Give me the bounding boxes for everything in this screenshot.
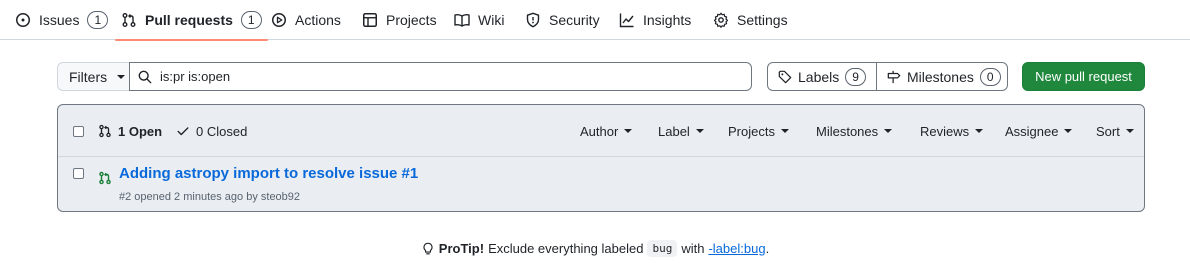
chevron-down-icon xyxy=(117,74,126,79)
protip-link[interactable]: -label:bug xyxy=(708,241,765,256)
chevron-down-icon xyxy=(884,129,893,133)
table-icon xyxy=(362,12,378,28)
new-pull-request-button[interactable]: New pull request xyxy=(1022,62,1145,91)
tab-settings[interactable]: Settings xyxy=(713,0,788,40)
tab-issues-label: Issues xyxy=(39,12,80,28)
row-checkbox[interactable] xyxy=(73,168,84,179)
labels-milestones-group: Labels 9 Milestones 0 xyxy=(767,62,1008,91)
tab-actions-label: Actions xyxy=(295,12,341,28)
pull-request-list: 1 Open 0 Closed Author Label Projects Mi… xyxy=(57,104,1145,212)
light-bulb-icon xyxy=(421,242,435,256)
git-pull-request-icon xyxy=(98,124,112,138)
tab-security-label: Security xyxy=(549,12,600,28)
tab-issues-counter: 1 xyxy=(87,11,109,29)
tab-insights[interactable]: Insights xyxy=(619,0,691,40)
tag-icon xyxy=(778,70,792,84)
sort-dropdown[interactable]: Sort xyxy=(1096,105,1134,157)
protip: ProTip! Exclude everything labeled bug w… xyxy=(0,240,1190,257)
search-icon xyxy=(138,70,152,84)
protip-text-mid: with xyxy=(681,241,705,256)
filter-bar: Filters xyxy=(57,62,752,91)
label-filter-label: Label xyxy=(658,123,690,139)
pull-request-open-icon xyxy=(98,171,112,185)
check-icon xyxy=(176,124,190,138)
tab-wiki[interactable]: Wiki xyxy=(454,0,504,40)
pull-request-title-link[interactable]: Adding astropy import to resolve issue #… xyxy=(119,165,418,182)
tab-wiki-label: Wiki xyxy=(478,12,505,28)
projects-filter-label: Projects xyxy=(728,123,775,139)
tab-issues[interactable]: Issues 1 xyxy=(15,0,109,40)
chevron-down-icon xyxy=(1125,129,1134,133)
chevron-down-icon xyxy=(624,129,633,133)
tab-settings-label: Settings xyxy=(737,12,788,28)
tab-pull-requests-counter: 1 xyxy=(240,11,262,29)
labels-label: Labels xyxy=(798,68,840,85)
labels-button[interactable]: Labels 9 xyxy=(768,63,876,90)
chevron-down-icon xyxy=(695,129,704,133)
reviews-filter[interactable]: Reviews xyxy=(920,105,984,157)
milestones-counter: 0 xyxy=(979,67,1001,86)
filters-dropdown-button[interactable]: Filters xyxy=(57,62,130,91)
protip-lead: ProTip! xyxy=(438,241,485,256)
label-filter[interactable]: Label xyxy=(658,105,704,157)
milestone-icon xyxy=(887,70,901,84)
select-all-checkbox[interactable] xyxy=(73,126,84,137)
closed-count-label: 0 Closed xyxy=(196,123,248,139)
tab-projects-label: Projects xyxy=(386,12,437,28)
milestones-button[interactable]: Milestones 0 xyxy=(875,63,1011,90)
list-header: 1 Open 0 Closed Author Label Projects Mi… xyxy=(58,105,1144,157)
chevron-down-icon xyxy=(1064,129,1073,133)
milestones-label: Milestones xyxy=(906,68,974,85)
repo-nav: Issues 1 Pull requests 1 Actions Project… xyxy=(0,0,1190,41)
tab-pull-requests[interactable]: Pull requests 1 xyxy=(115,0,268,41)
milestones-filter-label: Milestones xyxy=(816,123,879,139)
filters-label: Filters xyxy=(69,68,108,85)
assignee-filter-label: Assignee xyxy=(1005,123,1059,139)
book-icon xyxy=(454,12,470,28)
tab-projects[interactable]: Projects xyxy=(362,0,437,40)
play-icon xyxy=(271,12,287,28)
open-count-label: 1 Open xyxy=(118,123,163,139)
reviews-filter-label: Reviews xyxy=(920,123,970,139)
open-filter-link[interactable]: 1 Open xyxy=(98,105,162,157)
closed-filter-link[interactable]: 0 Closed xyxy=(176,105,247,157)
protip-text: Exclude everything labeled xyxy=(488,241,644,256)
graph-icon xyxy=(619,12,635,28)
protip-code: bug xyxy=(647,240,678,257)
tab-pull-requests-label: Pull requests xyxy=(145,12,233,28)
projects-filter[interactable]: Projects xyxy=(728,105,789,157)
chevron-down-icon xyxy=(975,129,984,133)
assignee-filter[interactable]: Assignee xyxy=(1005,105,1073,157)
author-filter-label: Author xyxy=(580,123,619,139)
tab-security[interactable]: Security xyxy=(525,0,600,40)
chevron-down-icon xyxy=(780,129,789,133)
tab-insights-label: Insights xyxy=(643,12,692,28)
labels-counter: 9 xyxy=(845,67,866,86)
sort-label: Sort xyxy=(1096,123,1120,139)
gear-icon xyxy=(713,12,729,28)
search-input[interactable] xyxy=(160,69,720,84)
author-filter[interactable]: Author xyxy=(580,105,633,157)
search-field[interactable] xyxy=(129,62,752,91)
tab-actions[interactable]: Actions xyxy=(271,0,341,40)
shield-icon xyxy=(525,12,541,28)
pull-request-meta: #2 opened 2 minutes ago by steob92 xyxy=(119,191,301,203)
git-pull-request-icon xyxy=(121,12,137,28)
milestones-filter[interactable]: Milestones xyxy=(816,105,893,157)
protip-period: . xyxy=(765,241,770,256)
issue-opened-icon xyxy=(15,12,31,28)
